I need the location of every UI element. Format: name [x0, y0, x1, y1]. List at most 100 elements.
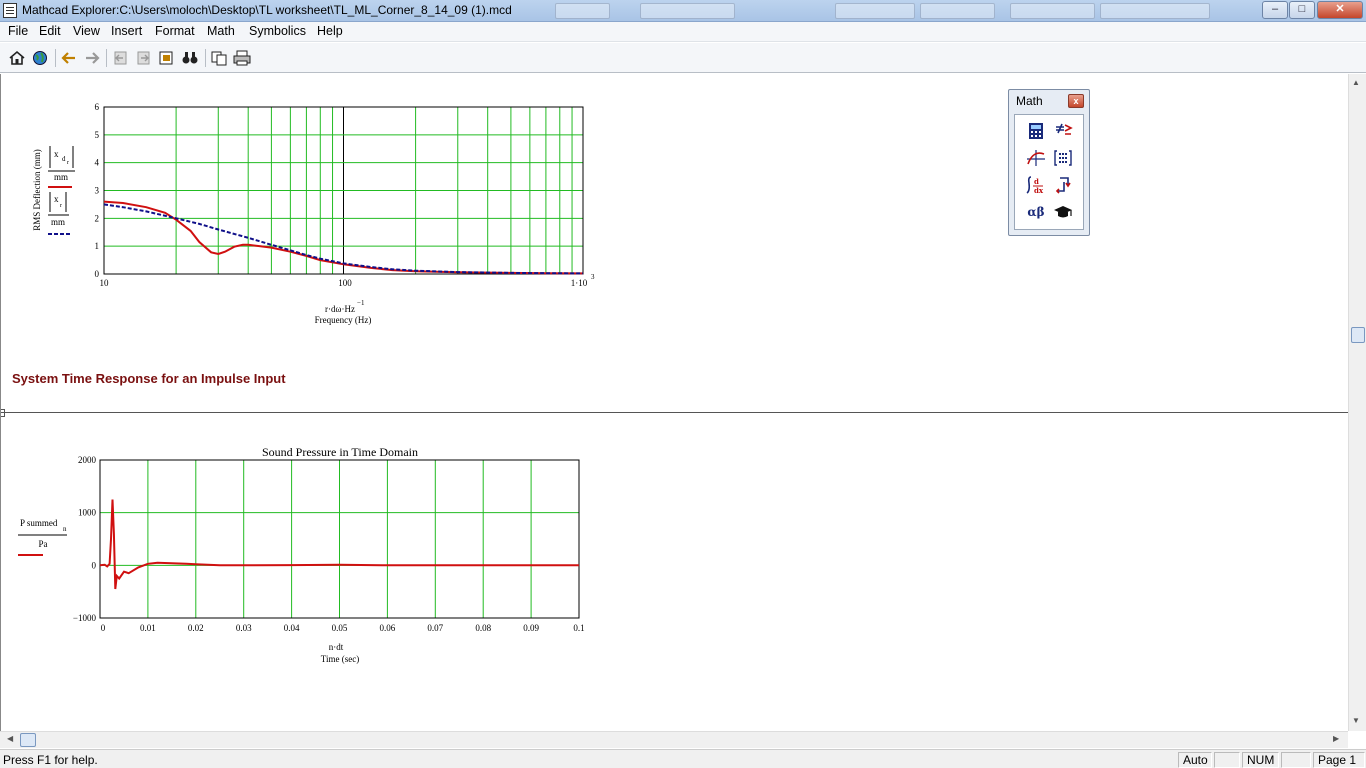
globe-icon[interactable] [31, 50, 49, 66]
taskbar-ghost [555, 3, 610, 19]
palette-title: Math [1016, 94, 1043, 108]
legend-subscript: r [67, 160, 69, 166]
x-tick-label: 0.01 [140, 623, 156, 633]
status-num: NUM [1242, 752, 1279, 768]
legend-subscript: n [63, 525, 67, 533]
taskbar-ghost [1010, 3, 1095, 19]
frequency-plot[interactable]: 0123456 10 100 1·10 3 r·dω·Hz −1 Frequen… [21, 102, 601, 332]
calculus-icon[interactable]: ddx [1025, 175, 1047, 195]
y-tick-label: 2000 [78, 455, 97, 465]
x-tick-label: 10 [100, 278, 110, 288]
x-expression: r·dω·Hz [325, 304, 355, 314]
y-tick-label: 4 [95, 158, 100, 168]
maximize-button[interactable]: □ [1289, 1, 1315, 19]
grid [104, 107, 583, 274]
toolbar [0, 43, 1366, 73]
collection-prev-icon[interactable] [112, 50, 130, 66]
legend-expr: P summed [20, 518, 58, 528]
region-marker [1, 409, 5, 417]
x-tick-label: 0.09 [523, 623, 539, 633]
programming-icon[interactable] [1052, 175, 1074, 195]
print-icon[interactable] [233, 50, 251, 66]
find-icon[interactable] [181, 50, 199, 66]
legend-expr: x [54, 194, 59, 204]
matrix-icon[interactable] [1052, 148, 1074, 168]
status-help: Press F1 for help. [3, 753, 98, 767]
graph-icon[interactable] [1025, 148, 1047, 168]
x-tick-label: 0.02 [188, 623, 204, 633]
menu-edit[interactable]: Edit [37, 24, 63, 38]
taskbar-ghost [835, 3, 915, 19]
menu-help[interactable]: Help [315, 24, 345, 38]
y-axis-label: RMS Deflection (mm) [32, 149, 42, 231]
app-icon [3, 3, 17, 18]
collection-next-icon[interactable] [135, 50, 153, 66]
status-mode: Auto [1178, 752, 1212, 768]
legend-subscript: r [60, 203, 62, 209]
status-page: Page 1 [1313, 752, 1365, 768]
y-tick-label: −1000 [73, 613, 97, 623]
x-tick-label: 0 [101, 623, 106, 633]
minimize-button[interactable]: – [1262, 1, 1288, 19]
calculator-icon[interactable] [1025, 121, 1047, 141]
scroll-down-arrow[interactable]: ▼ [1352, 716, 1360, 725]
status-empty [1281, 752, 1311, 768]
x-tick-label: 0.07 [427, 623, 443, 633]
menu-format[interactable]: Format [153, 24, 197, 38]
legend-unit: Pa [39, 539, 48, 549]
horizontal-scrollbar[interactable]: ◀ ▶ [0, 731, 1348, 748]
x-axis-label: Frequency (Hz) [315, 315, 372, 325]
x-axis-label: Time (sec) [321, 654, 359, 664]
x-tick-label: 0.04 [284, 623, 300, 633]
y-tick-label: 1000 [78, 508, 97, 518]
legend-subscript: d [62, 155, 66, 163]
worksheet[interactable]: 0 1 2 3 4 5 6 10 100 1·10 3 r·dω·Hz −1 Frequen… [0, 74, 1348, 731]
region-separator [1, 412, 1348, 413]
greek-icon[interactable]: αβ [1025, 202, 1047, 222]
x-expression-exponent: −1 [357, 299, 365, 307]
legend-unit: mm [51, 217, 65, 227]
menu-symbolics[interactable]: Symbolics [247, 24, 308, 38]
status-empty [1214, 752, 1240, 768]
copy-icon[interactable] [210, 50, 228, 66]
x-tick-label: 100 [338, 278, 352, 288]
x-tick-label: 0.03 [236, 623, 252, 633]
x-tick-labels: 0 0.01 0.02 0.03 0.04 0.05 0.06 0.07 0.08 0.09 0.1 [101, 623, 585, 633]
taskbar-ghost [920, 3, 995, 19]
scroll-up-arrow[interactable]: ▲ [1352, 78, 1360, 87]
menu-view[interactable]: View [71, 24, 102, 38]
open-icon[interactable] [158, 50, 176, 66]
vertical-scroll-thumb[interactable] [1351, 327, 1365, 343]
palette-close-button[interactable]: x [1068, 94, 1084, 108]
section-heading[interactable]: System Time Response for an Impulse Inpu… [12, 371, 286, 386]
evaluation-icon[interactable] [1052, 121, 1074, 141]
back-icon[interactable] [60, 50, 78, 66]
forward-icon[interactable] [83, 50, 101, 66]
title-bar: Mathcad Explorer:C:\Users\moloch\Desktop… [0, 0, 1366, 22]
menu-insert[interactable]: Insert [109, 24, 144, 38]
palette-body: d dx αβ [1014, 114, 1084, 230]
x-tick-label: 0.1 [573, 623, 584, 633]
menu-math[interactable]: Math [205, 24, 237, 38]
menu-file[interactable]: File [6, 24, 30, 38]
scroll-right-arrow[interactable]: ▶ [1333, 734, 1339, 743]
grid [100, 459, 579, 618]
home-icon[interactable] [8, 50, 26, 66]
vertical-scrollbar[interactable]: ▲ ▼ [1348, 74, 1366, 731]
y-tick-labels: 0123456 [95, 102, 100, 279]
horizontal-scroll-thumb[interactable] [20, 733, 36, 747]
x-tick-label: 0.08 [475, 623, 491, 633]
x-tick-label: 1·10 [571, 278, 588, 288]
y-tick-label: 1 [95, 241, 100, 251]
y-tick-labels: 2000 1000 0 −1000 [73, 455, 97, 623]
svg-text:d: d [1034, 177, 1039, 186]
status-bar: Press F1 for help. Auto NUM Page 1 [0, 749, 1366, 768]
menu-bar: File Edit View Insert Format Math Symbol… [0, 22, 1366, 42]
math-palette[interactable]: Math x d dx αβ [1008, 89, 1090, 236]
scroll-left-arrow[interactable]: ◀ [7, 734, 13, 743]
taskbar-ghost [1100, 3, 1210, 19]
symbolic-icon[interactable] [1052, 202, 1074, 222]
toolbar-separator [205, 49, 206, 67]
time-domain-plot[interactable]: Sound Pressure in Time Domain 200010000−… [11, 440, 601, 670]
close-button[interactable]: ✕ [1317, 1, 1363, 19]
